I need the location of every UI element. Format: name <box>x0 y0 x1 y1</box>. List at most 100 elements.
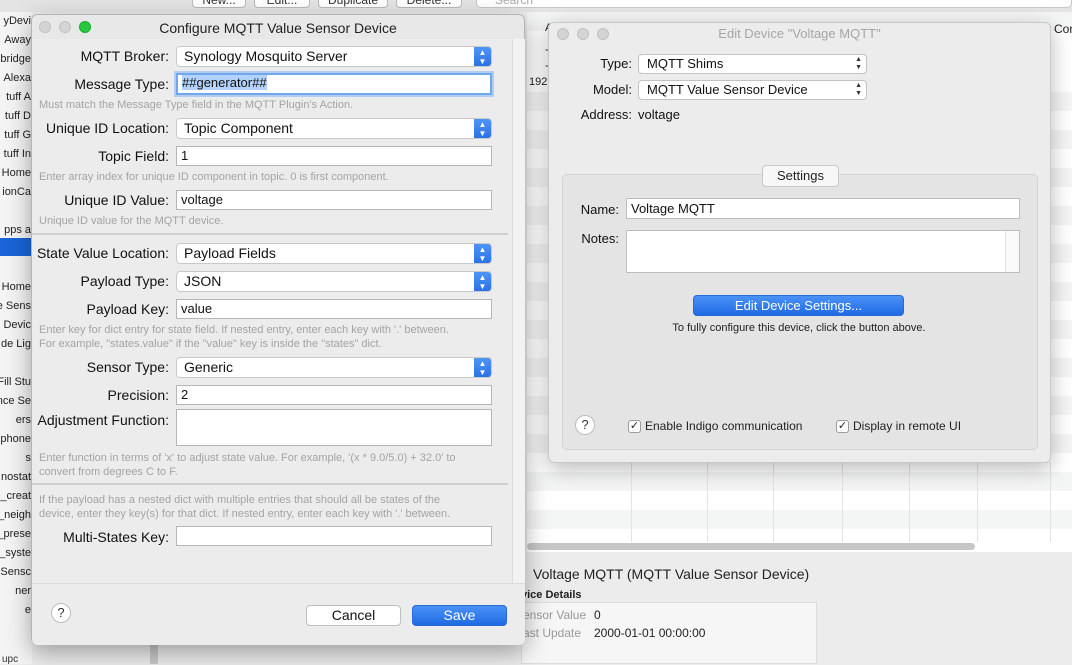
sidebar-item[interactable]: _prese <box>0 525 32 543</box>
list-cell-partial: 192 <box>529 76 548 88</box>
minimize-window-button[interactable] <box>59 21 71 33</box>
updown-arrows-icon: ▲ ▼ <box>474 47 491 66</box>
sidebar-item[interactable]: Alexa <box>0 69 32 87</box>
state-value-location-value: Payload Fields <box>184 245 276 261</box>
search-input[interactable]: Search <box>476 0 1072 8</box>
column-header-partial: Con <box>1054 22 1072 36</box>
column-divider <box>631 462 632 542</box>
sidebar-item[interactable]: Sensc <box>0 563 32 581</box>
duplicate-button[interactable]: Duplicate <box>318 0 388 8</box>
model-label: Model: <box>592 82 632 97</box>
sidebar-item[interactable]: Home <box>0 278 32 296</box>
sidebar-item[interactable]: phone <box>0 430 32 448</box>
unique-id-value-input[interactable]: voltage <box>176 190 492 210</box>
window-title: Edit Device "Voltage MQTT" <box>718 26 881 41</box>
name-label: Name: <box>580 202 619 217</box>
sidebar-item[interactable]: _creat <box>0 487 32 505</box>
edit-device-settings-button[interactable]: Edit Device Settings... <box>693 295 904 316</box>
horizontal-scrollbar[interactable] <box>527 543 975 550</box>
sidebar-item[interactable]: ner <box>0 582 32 600</box>
notes-field[interactable] <box>626 230 1020 273</box>
close-window-button[interactable] <box>557 28 569 40</box>
notes-label: Notes: <box>581 231 619 246</box>
name-field[interactable]: Voltage MQTT <box>626 198 1020 219</box>
message-type-hint: Must match the Message Type field in the… <box>39 99 354 111</box>
sidebar-item[interactable]: nostat <box>0 468 32 486</box>
broker-select[interactable]: Synology Mosquito Server ▲ ▼ <box>176 46 492 67</box>
address-label: Address: <box>580 107 632 122</box>
sidebar-item[interactable]: Fill Stu <box>0 373 32 391</box>
sidebar-item[interactable]: bridge <box>0 50 32 68</box>
type-popup[interactable]: MQTT Shims ▲ ▼ <box>638 54 867 74</box>
enable-communication-checkbox[interactable]: ✓ <box>628 420 641 433</box>
sensor-type-select[interactable]: Generic ▲ ▼ <box>176 357 492 378</box>
device-detail-pane: Voltage MQTT (MQTT Value Sensor Device) … <box>521 554 1072 664</box>
zoom-window-button[interactable] <box>597 28 609 40</box>
sidebar-item[interactable]: tuff In <box>0 145 32 163</box>
dialog-scrollbar[interactable] <box>512 39 525 583</box>
dialog-form: MQTT Broker: Synology Mosquito Server ▲ ▼… <box>32 39 512 583</box>
payload-type-select[interactable]: JSON ▲ ▼ <box>176 271 492 292</box>
sensor-type-label: Sensor Type: <box>86 359 169 375</box>
settings-tab[interactable]: Settings <box>762 165 839 187</box>
remote-ui-checkbox[interactable]: ✓ <box>836 420 849 433</box>
sidebar-item[interactable]: e <box>0 601 32 619</box>
dialog-footer: ? Cancel Save <box>32 583 525 645</box>
precision-label: Precision: <box>107 387 169 403</box>
configure-dialog: Configure MQTT Value Sensor Device MQTT … <box>31 14 525 645</box>
sidebar-item[interactable]: yDevi <box>0 12 32 30</box>
multi-states-hint: If the payload has a nested dict with mu… <box>39 494 441 506</box>
sidebar-item[interactable]: tuff A <box>0 88 32 106</box>
table-row[interactable] <box>527 510 1072 529</box>
remote-ui-label: Display in remote UI <box>853 419 962 433</box>
close-window-button[interactable] <box>39 21 51 33</box>
column-divider <box>773 462 774 542</box>
minimize-window-button[interactable] <box>577 28 589 40</box>
adjustment-function-label: Adjustment Function: <box>37 412 169 428</box>
state-value-location-select[interactable]: Payload Fields ▲ ▼ <box>176 243 492 264</box>
adjustment-function-input[interactable] <box>176 409 492 446</box>
topic-field-input[interactable]: 1 <box>176 146 492 166</box>
sidebar-item[interactable]: de Lig <box>0 335 32 353</box>
unique-id-location-select[interactable]: Topic Component ▲ ▼ <box>176 118 492 139</box>
notes-scrollbar[interactable] <box>1005 231 1019 272</box>
precision-input[interactable]: 2 <box>176 385 492 405</box>
configure-hint: To fully configure this device, click th… <box>672 322 926 334</box>
updown-arrows-icon: ▲ ▼ <box>474 358 491 377</box>
message-type-field[interactable]: ##generator## <box>176 73 492 95</box>
zoom-window-button[interactable] <box>79 21 91 33</box>
column-divider <box>909 462 910 542</box>
payload-key-input[interactable]: value <box>176 299 492 319</box>
sidebar-item[interactable]: nce Se <box>0 392 32 410</box>
sidebar-item[interactable]: tuff D <box>0 107 32 125</box>
payload-type-value: JSON <box>184 273 222 289</box>
payload-key-label: Payload Key: <box>86 301 170 317</box>
sidebar-item[interactable]: Away <box>0 31 32 49</box>
sidebar-item[interactable]: _syste <box>0 544 32 562</box>
cancel-button[interactable]: Cancel <box>306 605 401 626</box>
type-label: Type: <box>600 56 632 71</box>
sidebar-item[interactable]: ers <box>0 411 32 429</box>
help-button[interactable]: ? <box>575 415 595 435</box>
table-row[interactable] <box>527 472 1072 491</box>
model-popup[interactable]: MQTT Value Sensor Device ▲ ▼ <box>638 80 867 100</box>
sidebar-item[interactable]: s <box>0 449 32 467</box>
sensor-type-value: Generic <box>184 359 234 375</box>
sidebar-item[interactable]: pps a <box>0 221 32 239</box>
broker-label: MQTT Broker: <box>80 48 169 64</box>
sidebar-item[interactable]: _neigh <box>0 506 32 524</box>
new-button[interactable]: New... <box>192 0 246 8</box>
edit-button[interactable]: Edit... <box>254 0 310 8</box>
sidebar-item[interactable]: Devic <box>0 316 32 334</box>
updown-arrows-icon: ▲ ▼ <box>474 244 491 263</box>
sidebar-item-selected[interactable] <box>0 238 32 256</box>
sidebar-item[interactable]: ionCa <box>0 183 32 201</box>
unique-id-location-label: Unique ID Location: <box>46 120 169 136</box>
sidebar-item[interactable]: tuff G <box>0 126 32 144</box>
delete-button[interactable]: Delete... <box>396 0 462 8</box>
sidebar-item[interactable]: Home <box>0 164 32 182</box>
multi-states-key-input[interactable] <box>176 526 492 546</box>
help-button[interactable]: ? <box>51 603 71 623</box>
sidebar-item[interactable]: e Sens <box>0 297 32 315</box>
save-button[interactable]: Save <box>412 605 507 626</box>
